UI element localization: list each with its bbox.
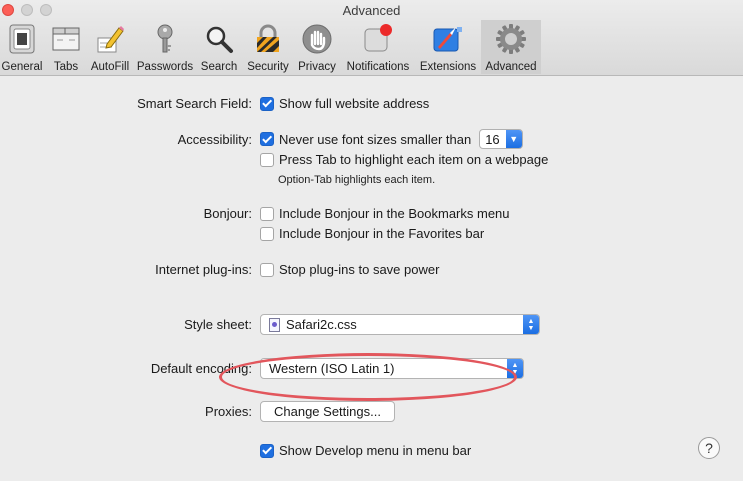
- window-titlebar: Advanced General Tabs AutoFill Passwords…: [0, 0, 743, 76]
- bonjour-favorites-checkbox[interactable]: Include Bonjour in the Favorites bar: [260, 226, 484, 241]
- min-font-size-checkbox[interactable]: [260, 132, 274, 146]
- min-font-size-label: Never use font sizes smaller than: [279, 131, 472, 147]
- notification-badge-icon: [361, 22, 395, 56]
- checkbox-unchecked[interactable]: [260, 226, 274, 241]
- tab-advanced[interactable]: Advanced: [481, 20, 541, 74]
- padlock-icon: [251, 22, 285, 56]
- advanced-pane: Smart Search Field: Show full website ad…: [0, 77, 743, 481]
- show-full-address-checkbox[interactable]: Show full website address: [260, 96, 429, 111]
- tabs-icon: [49, 22, 83, 56]
- autofill-pencil-icon: [93, 22, 127, 56]
- press-tab-checkbox[interactable]: Press Tab to highlight each item on a we…: [260, 152, 548, 167]
- option-tab-hint: Option-Tab highlights each item.: [278, 174, 436, 186]
- gear-icon: [494, 22, 528, 56]
- help-button[interactable]: ?: [698, 437, 720, 459]
- stylesheet-popup[interactable]: Safari2c.css ▲ ▼: [260, 314, 540, 335]
- min-font-size-option: Never use font sizes smaller than 16 ▼: [260, 129, 523, 149]
- window-title: Advanced: [342, 3, 401, 18]
- chevron-down-icon: ▼: [505, 130, 522, 148]
- tab-security[interactable]: Security: [244, 20, 292, 74]
- up-down-chevron-icon: ▲ ▼: [507, 359, 523, 378]
- stop-plugins-checkbox[interactable]: Stop plug-ins to save power: [260, 262, 439, 277]
- tab-search[interactable]: Search: [198, 20, 240, 74]
- plugins-label: Internet plug-ins:: [155, 262, 252, 277]
- smart-search-label: Smart Search Field:: [137, 96, 252, 111]
- general-switch-icon: [5, 22, 39, 56]
- magnifier-icon: [202, 22, 236, 56]
- stylesheet-label: Style sheet:: [184, 317, 252, 332]
- tab-general[interactable]: General: [0, 20, 44, 74]
- encoding-label: Default encoding:: [150, 361, 252, 376]
- accessibility-label: Accessibility:: [177, 132, 252, 147]
- bonjour-bookmarks-checkbox[interactable]: Include Bonjour in the Bookmarks menu: [260, 206, 510, 221]
- proxies-label: Proxies:: [205, 404, 252, 419]
- checkbox-unchecked[interactable]: [260, 152, 274, 167]
- key-icon: [148, 22, 182, 56]
- checkbox-checked[interactable]: [260, 443, 274, 458]
- font-size-popup[interactable]: 16 ▼: [479, 129, 523, 149]
- checkbox-unchecked[interactable]: [260, 206, 274, 221]
- tab-passwords[interactable]: Passwords: [134, 20, 196, 74]
- show-develop-menu-checkbox[interactable]: Show Develop menu in menu bar: [260, 443, 471, 458]
- tab-autofill[interactable]: AutoFill: [88, 20, 132, 74]
- up-down-chevron-icon: ▲ ▼: [523, 315, 539, 334]
- puzzle-compass-icon: [431, 22, 465, 56]
- checkbox-checked[interactable]: [260, 96, 274, 111]
- tab-notifications[interactable]: Notifications: [342, 20, 414, 74]
- tab-tabs[interactable]: Tabs: [44, 20, 88, 74]
- tab-extensions[interactable]: Extensions: [416, 20, 480, 74]
- change-settings-button[interactable]: Change Settings...: [260, 401, 395, 422]
- checkbox-unchecked[interactable]: [260, 262, 274, 277]
- bonjour-label: Bonjour:: [203, 206, 252, 221]
- tab-privacy[interactable]: Privacy: [294, 20, 340, 74]
- css-file-icon: [269, 317, 280, 332]
- hand-icon: [300, 22, 334, 56]
- encoding-popup[interactable]: Western (ISO Latin 1) ▲ ▼: [260, 358, 524, 379]
